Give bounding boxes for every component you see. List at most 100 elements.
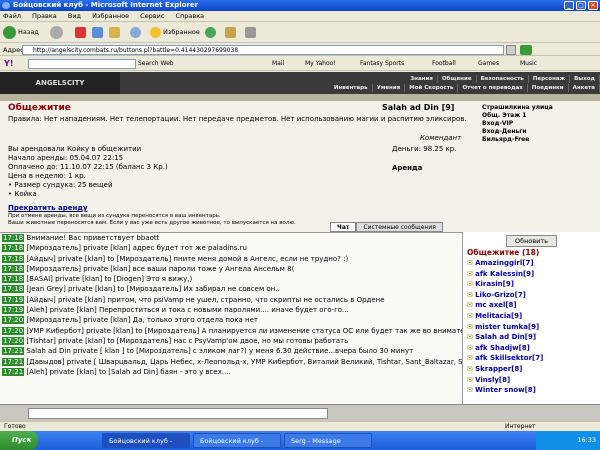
private-message-icon[interactable]: ✉: [467, 312, 475, 320]
private-message-icon[interactable]: ✉: [467, 291, 475, 299]
chat-time[interactable]: 17:18: [2, 264, 25, 273]
close-button[interactable]: ✕: [588, 1, 598, 10]
private-message-icon[interactable]: ✉: [467, 386, 475, 394]
menu-help[interactable]: Справка: [176, 12, 205, 20]
nav-exit[interactable]: Выход: [570, 75, 600, 83]
minimize-button[interactable]: _: [564, 1, 574, 10]
forward-button[interactable]: [50, 25, 65, 40]
nav-knowledge[interactable]: Знания: [406, 75, 438, 83]
stop-button[interactable]: [75, 25, 88, 40]
user-name[interactable]: Vinsly[8]: [475, 376, 510, 384]
player-name[interactable]: Salah ad Din [9]: [382, 103, 454, 112]
taskbar-item[interactable]: Бойцовский клуб - Micr...: [193, 433, 281, 448]
tab-chat[interactable]: Чат: [330, 222, 357, 232]
chat-time[interactable]: 17:21: [2, 347, 25, 356]
private-message-icon[interactable]: ✉: [467, 259, 475, 267]
menu-view[interactable]: Вид: [68, 12, 81, 20]
history-button[interactable]: [205, 25, 218, 40]
nav-battles[interactable]: Поединки: [528, 84, 569, 92]
user-name[interactable]: afk Shadjw[8]: [475, 344, 530, 352]
home-button[interactable]: [109, 25, 122, 40]
user-list-item[interactable]: ✉ Liko-Grizo[7]: [463, 290, 600, 301]
user-name[interactable]: afk Skillsektor[7]: [475, 354, 543, 362]
chat-time[interactable]: 17:18: [2, 234, 25, 242]
menu-favorites[interactable]: Избранное: [92, 12, 129, 20]
private-message-icon[interactable]: ✉: [467, 344, 475, 352]
user-name[interactable]: Amazinggirl[7]: [475, 259, 533, 267]
user-list-item[interactable]: ✉ Kirasin[9]: [463, 279, 600, 290]
menu-tools[interactable]: Сервис: [140, 12, 164, 20]
private-message-icon[interactable]: ✉: [467, 323, 475, 331]
chat-time[interactable]: 17:19: [2, 295, 25, 304]
nav-skills[interactable]: Умения: [373, 84, 406, 92]
user-list-item[interactable]: ✉ Amazinggirl[7]: [463, 258, 600, 269]
refresh-users-button[interactable]: Обновить: [505, 235, 558, 247]
tab-system-messages[interactable]: Системные сообщения: [356, 222, 443, 232]
chat-time[interactable]: 17:18: [2, 285, 25, 294]
user-name[interactable]: afk Kalessin[9]: [475, 270, 534, 278]
user-list-item[interactable]: ✉ mc axel[8]: [463, 300, 600, 311]
go-button[interactable]: [520, 45, 532, 55]
user-list-item[interactable]: ✉ afk Shadjw[8]: [463, 343, 600, 354]
nav-profile[interactable]: Анкета: [569, 84, 600, 92]
taskbar-item[interactable]: Бойцовский клуб - Mic...: [102, 433, 190, 448]
user-name[interactable]: Liko-Grizo[7]: [475, 291, 526, 299]
yahoo-games-link[interactable]: Games: [478, 57, 499, 71]
private-message-icon[interactable]: ✉: [467, 280, 475, 288]
user-list-item[interactable]: ✉ Skrapper[8]: [463, 364, 600, 375]
maximize-button[interactable]: □: [576, 1, 586, 10]
user-name[interactable]: mc axel[8]: [475, 301, 517, 309]
chat-time[interactable]: 17:19: [2, 306, 25, 315]
chat-time[interactable]: 17:18: [2, 275, 25, 284]
user-name[interactable]: Winter snow[8]: [475, 386, 536, 394]
nav-security[interactable]: Безопасность: [477, 75, 529, 83]
yahoo-fantasy-link[interactable]: Fantasy Sports: [360, 57, 404, 71]
yahoo-mail-link[interactable]: Mail: [272, 57, 284, 71]
user-list-item[interactable]: ✉ Vinsly[8]: [463, 375, 600, 386]
private-message-icon[interactable]: ✉: [467, 270, 475, 278]
location-link[interactable]: Бильярд-Free: [482, 136, 600, 144]
stop-rent-link[interactable]: Прекратить аренду: [8, 204, 88, 212]
user-name[interactable]: Kirasin[9]: [475, 280, 514, 288]
user-list-item[interactable]: ✉ afk Kalessin[9]: [463, 269, 600, 280]
user-list-item[interactable]: ✉ afk Skillsektor[7]: [463, 353, 600, 364]
search-button[interactable]: [130, 25, 143, 40]
refresh-button[interactable]: [92, 25, 105, 40]
user-list-item[interactable]: ✉ Melitacia[9]: [463, 311, 600, 322]
menu-edit[interactable]: Правка: [32, 12, 57, 20]
location-link[interactable]: Страшилкина улица: [482, 104, 600, 112]
back-button[interactable]: Назад: [3, 25, 39, 40]
user-list-item[interactable]: ✉ Winter snow[8]: [463, 385, 600, 396]
start-button[interactable]: Пуск: [0, 431, 38, 450]
location-link[interactable]: Вход-Деньги: [482, 128, 600, 136]
menu-file[interactable]: Файл: [3, 12, 21, 20]
print-button[interactable]: [245, 25, 258, 40]
yahoo-music-link[interactable]: Music: [520, 57, 537, 71]
nav-communication[interactable]: Общение: [438, 75, 477, 83]
chat-time[interactable]: 17:20: [2, 316, 25, 325]
chat-time[interactable]: 17:21: [2, 357, 25, 366]
private-message-icon[interactable]: ✉: [467, 354, 475, 362]
private-message-icon[interactable]: ✉: [467, 365, 475, 373]
user-list-item[interactable]: ✉ mister tumka[9]: [463, 322, 600, 333]
mail-button[interactable]: [225, 25, 238, 40]
location-link[interactable]: Вход-VIP: [482, 120, 600, 128]
private-message-icon[interactable]: ✉: [467, 376, 475, 384]
user-name[interactable]: Melitacia[9]: [475, 312, 522, 320]
chat-input[interactable]: [28, 408, 328, 419]
chat-time[interactable]: 17:21: [2, 367, 25, 376]
location-link[interactable]: Общ. Этаж 1: [482, 112, 600, 120]
favorites-button[interactable]: Избранное: [150, 25, 200, 40]
private-message-icon[interactable]: ✉: [467, 333, 475, 341]
user-list-item[interactable]: ✉ Salah ad Din[9]: [463, 332, 600, 343]
user-name[interactable]: Salah ad Din[9]: [475, 333, 536, 341]
nav-transfers[interactable]: Отчет о переводах: [458, 84, 528, 92]
private-message-icon[interactable]: ✉: [467, 301, 475, 309]
yahoo-football-link[interactable]: Football: [432, 57, 456, 71]
yahoo-search-button[interactable]: Search Web: [138, 57, 174, 71]
chat-time[interactable]: 17:20: [2, 326, 25, 335]
chat-time[interactable]: 17:18: [2, 244, 25, 253]
taskbar-item[interactable]: Serg - Message: [284, 433, 372, 448]
yahoo-search-input[interactable]: [28, 59, 136, 69]
user-name[interactable]: mister tumka[9]: [475, 323, 539, 331]
